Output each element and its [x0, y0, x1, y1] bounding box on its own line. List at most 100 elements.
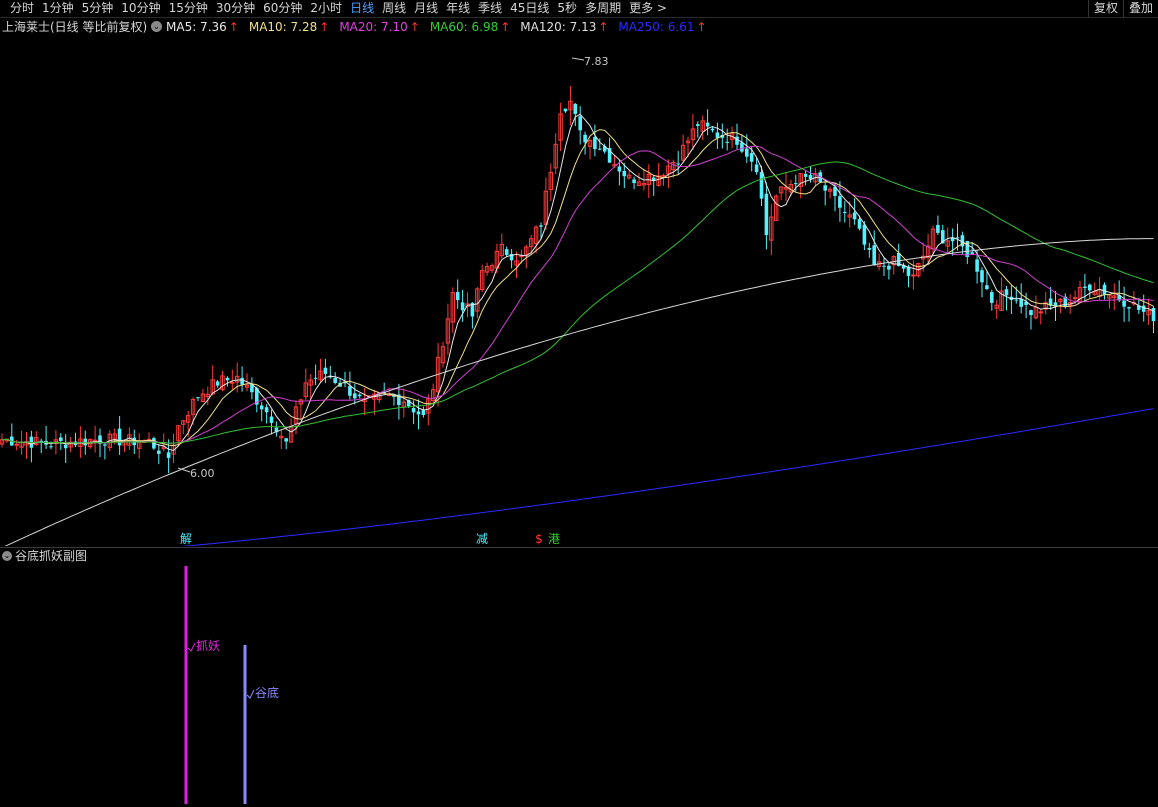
candle-body	[975, 259, 979, 272]
signal-label-1: 谷底	[255, 685, 279, 700]
candle-body	[563, 108, 568, 112]
candle-body	[735, 136, 739, 145]
candle-body	[264, 407, 269, 413]
ma60-line	[1, 161, 1154, 444]
candle-body	[754, 164, 759, 172]
candle-body	[838, 196, 842, 208]
candle-body	[740, 142, 744, 152]
sub-chart-header: ⌄ 谷底抓妖副图	[0, 547, 1158, 564]
candle-body	[421, 410, 426, 415]
candle-body	[911, 274, 916, 277]
candle-body	[867, 247, 872, 250]
candle-body	[872, 245, 876, 266]
high-label: 7.83	[584, 55, 609, 68]
candle-body	[411, 408, 416, 413]
candle-body	[764, 193, 769, 235]
candle-body	[882, 265, 886, 267]
candle-body	[823, 185, 827, 191]
candle-body	[970, 252, 974, 254]
candle-body	[676, 163, 680, 165]
signal-pointer-0	[187, 642, 196, 652]
ma10-line	[1, 129, 1154, 447]
candle-body	[980, 270, 984, 283]
signal-pointer-1	[246, 689, 255, 699]
candle-body	[583, 134, 587, 143]
candle-body	[416, 411, 421, 415]
candle-body	[63, 445, 68, 449]
candle-body	[1141, 305, 1146, 312]
candle-body	[617, 166, 622, 172]
candle-body	[269, 416, 274, 423]
candle-body	[578, 116, 582, 131]
candle-body	[705, 122, 710, 127]
ma250-line	[181, 408, 1154, 546]
candle-body	[857, 219, 862, 229]
candle-body	[14, 443, 19, 446]
candle-body	[598, 148, 602, 150]
candle-body	[862, 224, 867, 245]
candle-body	[59, 437, 63, 441]
candle-body	[843, 211, 847, 213]
candle-body	[103, 444, 107, 446]
candle-body	[1038, 311, 1043, 314]
candle-body	[794, 183, 798, 185]
candle-body	[1004, 289, 1009, 296]
candle-body	[725, 141, 729, 143]
candle-body	[230, 381, 235, 384]
candle-body	[710, 128, 715, 131]
candle-body	[990, 292, 994, 303]
candle-body	[215, 381, 220, 386]
main-kline-chart[interactable]: 7.83 6.00 解 减 $ 港	[0, 0, 1158, 546]
ma5-line	[1, 113, 1154, 452]
candle-body	[1019, 298, 1023, 307]
candle-body	[632, 179, 636, 184]
candle-body	[852, 212, 857, 220]
candle-body	[166, 452, 171, 458]
candle-body	[1088, 284, 1092, 291]
candle-body	[803, 173, 808, 177]
candle-body	[353, 393, 357, 399]
candle-body	[808, 174, 813, 180]
ma20-line	[1, 145, 1154, 444]
collapse-sub-icon[interactable]: ⌄	[2, 551, 12, 561]
candle-body	[225, 377, 230, 381]
candle-body	[313, 377, 318, 379]
sub-chart-title: 谷底抓妖副图	[15, 549, 88, 563]
candle-body	[1014, 299, 1019, 301]
candle-body	[240, 377, 244, 385]
low-label: 6.00	[190, 467, 215, 480]
event-marker-0: 解	[180, 532, 192, 546]
candle-body	[745, 148, 749, 157]
candle-body	[117, 428, 122, 446]
high-pointer	[571, 57, 585, 61]
high-annotation: 7.83	[571, 55, 609, 68]
signal-label-0: 抓妖	[196, 639, 220, 653]
candle-body	[259, 405, 264, 410]
candle-body	[323, 367, 328, 374]
candle-body	[1072, 297, 1078, 300]
candle-body	[887, 265, 891, 270]
candle-body	[955, 237, 960, 239]
candle-body	[92, 439, 98, 442]
candle-body	[460, 302, 465, 311]
candle-body	[1029, 310, 1033, 316]
candle-body	[1122, 300, 1126, 307]
event-marker-2: $	[535, 532, 543, 546]
candle-body	[749, 153, 754, 162]
candles	[0, 86, 1156, 474]
candle-body	[985, 285, 989, 290]
candle-body	[1127, 307, 1131, 309]
candle-body	[504, 249, 509, 255]
candle-body	[455, 292, 460, 301]
candle-body	[333, 377, 337, 384]
candle-body	[1102, 284, 1107, 295]
candle-body	[157, 450, 161, 454]
candle-body	[593, 137, 597, 150]
candle-body	[539, 225, 543, 227]
candle-body	[622, 170, 627, 177]
candle-body	[696, 124, 700, 126]
candle-body	[759, 172, 764, 199]
candle-body	[196, 397, 200, 399]
candle-body	[1151, 308, 1156, 322]
candle-body	[573, 103, 578, 114]
